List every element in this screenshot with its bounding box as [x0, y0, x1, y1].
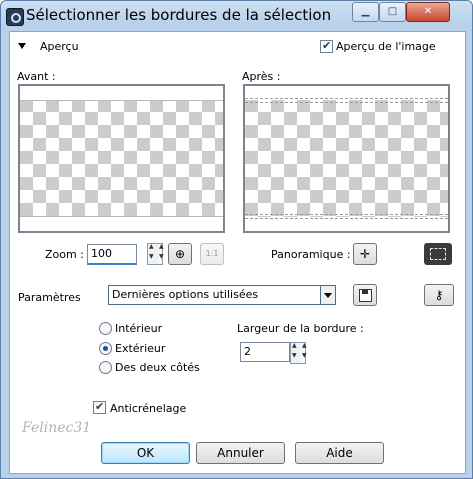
antialias-label: Anticrénelage	[110, 402, 187, 415]
border-width-input[interactable]: 2	[240, 342, 290, 362]
zoom-input[interactable]: 100	[87, 244, 137, 265]
chevron-down-icon[interactable]	[320, 286, 335, 304]
image-preview-checkbox[interactable]: ✔	[320, 39, 333, 53]
preset-dropdown[interactable]: Dernières options utilisées	[108, 285, 336, 305]
marching-ants-top-inner	[245, 102, 448, 103]
border-width-value: 2	[244, 345, 251, 358]
after-label: Après :	[242, 70, 281, 83]
one-to-one-button[interactable]: 1:1	[200, 243, 224, 265]
preview-border-bottom	[20, 217, 223, 231]
preview-border-bottom	[245, 217, 448, 231]
preview-border-top	[20, 86, 223, 100]
save-preset-button[interactable]	[353, 284, 377, 306]
close-button[interactable]: ✕	[406, 2, 450, 22]
marching-ants-top-outer	[245, 98, 448, 99]
dialog-content: Aperçu ✔ Aperçu de l'image Avant : Après…	[9, 31, 466, 474]
maximize-button[interactable]: □	[379, 2, 406, 22]
radio-both-sides[interactable]	[99, 361, 112, 374]
window-title: Sélectionner les bordures de la sélectio…	[26, 6, 332, 24]
watermark-signature: Felinec31	[22, 420, 92, 436]
border-width-dropdown-arrow[interactable]	[301, 342, 307, 364]
move-icon: ✛	[359, 247, 371, 261]
selection-marquee-button[interactable]	[424, 243, 452, 265]
both-sides-label: Des deux côtés	[115, 361, 200, 374]
outside-label: Extérieur	[115, 342, 166, 355]
pan-label: Panoramique :	[271, 248, 351, 261]
selection-edge-bottom	[20, 216, 223, 217]
cancel-button[interactable]: Annuler	[196, 442, 285, 464]
border-width-label: Largeur de la bordure :	[237, 322, 364, 335]
zoom-value: 100	[91, 247, 112, 260]
minimize-button[interactable]: ▁	[352, 2, 379, 22]
radio-inside[interactable]	[99, 322, 112, 335]
app-icon	[6, 8, 24, 26]
save-icon	[359, 289, 372, 302]
preset-value: Dernières options utilisées	[112, 288, 259, 301]
manage-presets-button[interactable]: ⚷	[424, 284, 454, 306]
before-preview[interactable]	[18, 84, 225, 233]
marquee-icon	[430, 248, 446, 260]
image-preview-label: Aperçu de l'image	[336, 40, 436, 53]
marching-ants-bottom-inner	[245, 214, 448, 215]
ok-button[interactable]: OK	[101, 442, 190, 464]
antialias-checkbox[interactable]: ✔	[93, 400, 106, 414]
title-bar[interactable]: Sélectionner les bordures de la sélectio…	[1, 1, 472, 31]
dialog-window: Sélectionner les bordures de la sélectio…	[0, 0, 473, 479]
radio-outside[interactable]	[99, 342, 112, 355]
settings-label: Paramètres	[18, 291, 81, 304]
key-icon: ⚷	[434, 288, 444, 302]
zoom-label: Zoom :	[45, 248, 84, 261]
collapse-chevron-icon[interactable]	[18, 43, 26, 49]
inside-label: Intérieur	[115, 322, 163, 335]
zoom-fit-button[interactable]: ⊕	[168, 243, 192, 265]
crosshair-icon: ⊕	[174, 247, 186, 261]
after-preview[interactable]	[243, 84, 450, 233]
checkmark-icon: ✔	[95, 400, 105, 413]
marching-ants-bottom-outer	[245, 218, 448, 219]
help-button[interactable]: Aide	[295, 442, 384, 464]
selection-edge-top	[20, 100, 223, 101]
before-label: Avant :	[17, 70, 56, 83]
preview-toggle-label[interactable]: Aperçu	[40, 40, 79, 53]
pan-button[interactable]: ✛	[353, 243, 377, 265]
zoom-dropdown-arrow[interactable]	[158, 243, 164, 265]
checkmark-icon: ✔	[322, 39, 332, 52]
